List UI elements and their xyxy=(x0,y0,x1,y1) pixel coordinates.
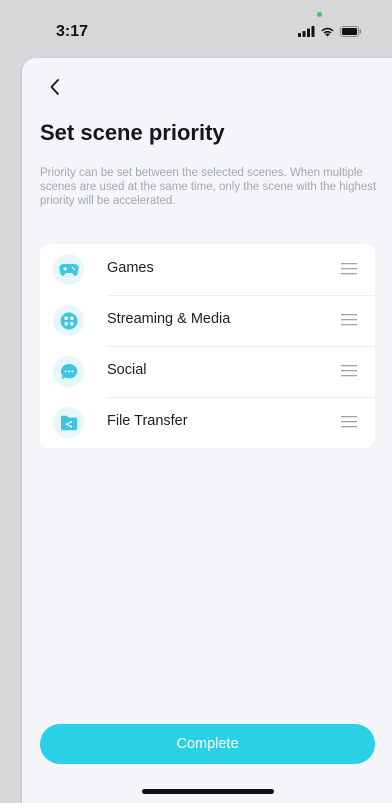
scene-label: File Transfer xyxy=(107,413,188,429)
chat-bubble-icon xyxy=(60,363,77,379)
scene-icon-badge xyxy=(53,407,84,438)
status-bar: 3:17 xyxy=(0,0,392,60)
scene-row-file-transfer[interactable]: File Transfer xyxy=(40,397,375,448)
page-title: Set scene priority xyxy=(40,120,225,145)
scene-row-social[interactable]: Social xyxy=(40,346,375,397)
priority-sheet: Set scene priority Priority can be set b… xyxy=(22,58,392,803)
scene-icon-badge xyxy=(53,305,84,336)
drag-handle-icon[interactable] xyxy=(341,263,357,275)
scene-label: Social xyxy=(107,362,147,378)
scene-row-games[interactable]: Games xyxy=(40,244,375,295)
scene-icon-badge xyxy=(53,254,84,285)
scene-row-streaming-media[interactable]: Streaming & Media xyxy=(40,295,375,346)
scene-label: Streaming & Media xyxy=(107,311,231,327)
scene-list: Games Streaming & Media Social File Tran… xyxy=(40,244,375,448)
media-icon xyxy=(60,312,77,329)
page-description: Priority can be set between the selected… xyxy=(40,167,377,207)
scene-icon-badge xyxy=(53,356,84,387)
status-icons xyxy=(298,26,362,37)
status-time: 3:17 xyxy=(56,23,89,40)
back-button[interactable] xyxy=(40,72,70,102)
drag-handle-icon[interactable] xyxy=(341,365,357,377)
complete-button[interactable]: Complete xyxy=(40,724,375,764)
scene-label: Games xyxy=(107,260,154,276)
chevron-left-icon xyxy=(50,79,59,95)
wifi-icon xyxy=(321,27,334,37)
folder-share-icon xyxy=(60,415,77,430)
drag-handle-icon[interactable] xyxy=(341,416,357,428)
signal-icon xyxy=(298,26,315,37)
battery-icon xyxy=(340,26,362,37)
drag-handle-icon[interactable] xyxy=(341,314,357,326)
privacy-indicator-dot xyxy=(317,12,322,17)
home-indicator xyxy=(142,789,274,794)
gamepad-icon xyxy=(58,263,79,276)
